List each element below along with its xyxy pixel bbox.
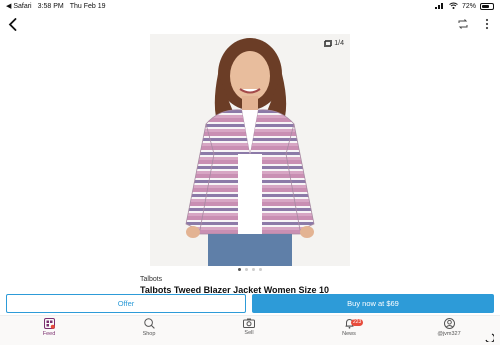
carousel-dot[interactable] (245, 268, 248, 271)
spinner-icon (485, 333, 494, 342)
chevron-left-icon (8, 17, 16, 31)
profile-icon (443, 318, 455, 329)
notification-badge: 223 (351, 319, 364, 326)
tab-profile[interactable]: @jvm327 (429, 318, 469, 337)
search-icon (143, 318, 155, 329)
carousel-dot[interactable] (238, 268, 241, 271)
wifi-icon (449, 2, 458, 11)
carousel-dot[interactable] (252, 268, 255, 271)
signal-icon (434, 2, 445, 11)
carousel-dots[interactable] (0, 268, 500, 271)
tab-label: Feed (42, 331, 56, 337)
nav-bar (0, 14, 500, 34)
battery-icon (480, 3, 494, 10)
tab-shop[interactable]: Shop (129, 318, 169, 337)
more-icon (485, 18, 489, 30)
photo-counter: 1/4 (324, 40, 344, 47)
photo-counter-text: 1/4 (334, 40, 344, 47)
status-bar: ◀ Safari 3:58 PM Thu Feb 19 72% (0, 0, 500, 13)
photos-icon (324, 40, 333, 47)
battery-percent: 72% (461, 3, 476, 10)
back-button[interactable] (4, 15, 20, 33)
back-to-app-link[interactable]: ◀ Safari (6, 2, 32, 10)
product-title: Talbots Tweed Blazer Jacket Women Size 1… (140, 285, 330, 293)
tab-bar: Feed Shop Sell 223 News @jvm327 (0, 315, 500, 345)
product-image (150, 34, 350, 266)
product-photo[interactable]: 1/4 (150, 34, 350, 266)
product-brand[interactable]: Talbots (140, 276, 162, 283)
status-time: 3:58 PM (37, 2, 64, 10)
tab-label: News (342, 331, 356, 337)
action-bar: Offer Buy now at $69 (0, 293, 500, 315)
tab-sell[interactable]: Sell (229, 318, 269, 336)
tab-feed[interactable]: Feed (29, 318, 69, 337)
camera-icon (243, 318, 255, 328)
status-date: Thu Feb 19 (69, 2, 106, 10)
share-icon (458, 19, 468, 29)
feed-icon (43, 318, 55, 329)
offer-button[interactable]: Offer (6, 294, 246, 313)
share-button[interactable] (456, 17, 470, 31)
buy-now-button[interactable]: Buy now at $69 (252, 294, 494, 313)
tab-label: Shop (142, 331, 156, 337)
tab-news[interactable]: 223 News (329, 318, 369, 337)
more-button[interactable] (480, 17, 494, 31)
tab-label: @jvm327 (437, 331, 461, 337)
tab-label: Sell (244, 330, 254, 336)
carousel-dot[interactable] (259, 268, 262, 271)
